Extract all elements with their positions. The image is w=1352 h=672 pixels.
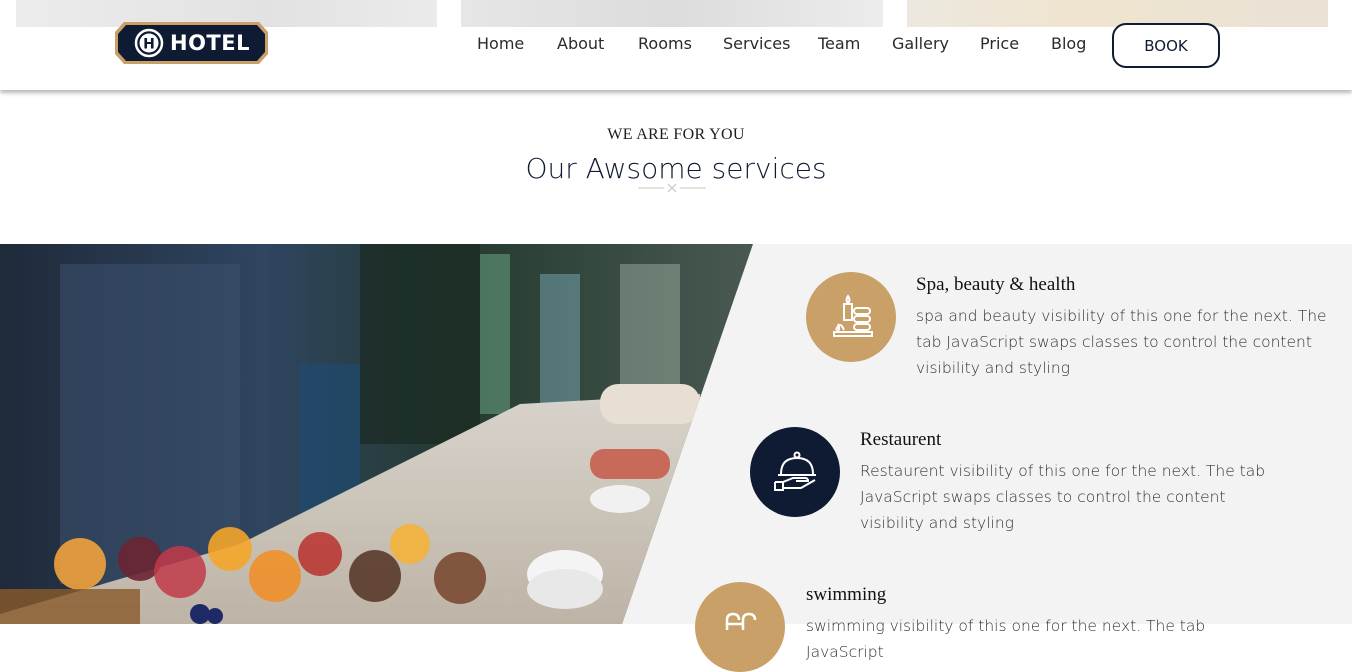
- spa-icon: [806, 272, 896, 362]
- title-divider: [638, 183, 706, 193]
- services-section: Spa, beauty & health spa and beauty visi…: [0, 244, 1352, 672]
- section-eyebrow: WE ARE FOR YOU: [607, 126, 745, 143]
- site-header: H HOTEL Home About Rooms Services Team G…: [0, 0, 1352, 90]
- nav-team[interactable]: Team: [818, 34, 860, 53]
- hotel-logo[interactable]: H HOTEL: [114, 20, 269, 66]
- service-description: spa and beauty visibility of this one fo…: [916, 307, 1327, 377]
- service-description: swimming visibility of this one for the …: [806, 617, 1206, 661]
- service-description: Restaurent visibility of this one for th…: [860, 462, 1266, 532]
- book-button[interactable]: BOOK: [1112, 23, 1220, 68]
- service-title: Spa, beauty & health: [916, 274, 1076, 295]
- nav-about[interactable]: About: [557, 34, 604, 53]
- nav-services[interactable]: Services: [723, 34, 790, 53]
- cloche-icon: [750, 427, 840, 517]
- nav-home[interactable]: Home: [477, 34, 524, 53]
- service-title: Restaurent: [860, 429, 942, 450]
- buffet-photo: [0, 244, 753, 624]
- logo-letter: H: [143, 37, 155, 53]
- nav-gallery[interactable]: Gallery: [892, 34, 949, 53]
- swimming-icon: [695, 582, 785, 672]
- logo-text: HOTEL: [170, 31, 250, 55]
- nav-price[interactable]: Price: [980, 34, 1019, 53]
- nav-blog[interactable]: Blog: [1051, 34, 1086, 53]
- service-title: swimming: [806, 584, 887, 605]
- nav-rooms[interactable]: Rooms: [638, 34, 692, 53]
